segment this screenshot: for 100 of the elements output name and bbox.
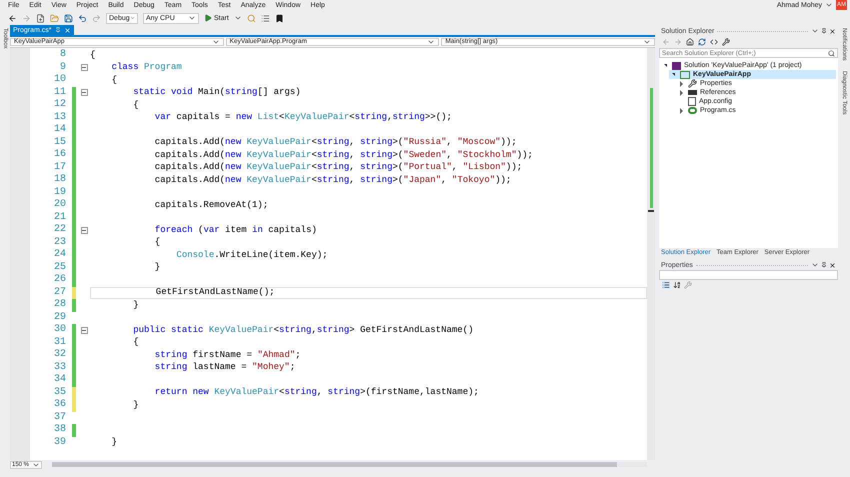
caret-icon: [427, 38, 436, 46]
line-number: 34: [52, 375, 66, 386]
code-line: capitals.RemoveAt(1);: [154, 200, 268, 210]
code-line: capitals.Add(new KeyValuePair<string, string>("Russia", "Moscow"));: [154, 138, 517, 148]
line-number: 35: [52, 388, 66, 398]
line-number: 28: [52, 300, 66, 310]
caret-icon: [188, 14, 196, 22]
caret-icon: [234, 14, 242, 22]
new-file-icon[interactable]: [36, 14, 45, 22]
horizontal-scrollbar[interactable]: [52, 462, 647, 467]
line-number: 33: [52, 362, 66, 373]
code-line: }: [154, 263, 160, 272]
caret-icon: [130, 14, 135, 22]
line-number: 31: [52, 338, 66, 348]
line-number: 30: [52, 325, 66, 336]
code-line: }: [132, 400, 139, 410]
line-number: 39: [52, 438, 66, 448]
line-number: 18: [52, 175, 66, 186]
line-number: 10: [52, 75, 66, 86]
code-line: static void Main(string[] args): [132, 88, 301, 98]
code-line: capitals.Add(new KeyValuePair<string, string>("Portual", "Lisbon"));: [154, 163, 522, 172]
code-line: class Program: [110, 63, 182, 72]
line-number: 23: [52, 238, 66, 248]
refresh-icon[interactable]: [698, 38, 706, 46]
code-line: Console.WriteLine(item.Key);: [175, 250, 328, 260]
categorized-icon[interactable]: [662, 281, 670, 289]
line-number: 36: [52, 400, 66, 410]
pin-icon[interactable]: [821, 28, 827, 34]
code-line: string lastName = "Mohey";: [154, 363, 296, 372]
line-number: 13: [52, 112, 66, 123]
code-editor[interactable]: [10, 48, 655, 460]
code-line: capitals.Add(new KeyValuePair<string, string>("Japan", "Tokoyo"));: [154, 176, 512, 185]
line-number: 17: [52, 162, 66, 173]
expanded-icon[interactable]: [672, 73, 674, 76]
code-line: {: [154, 238, 160, 248]
collapse-icon[interactable]: [80, 89, 88, 96]
save-icon[interactable]: [64, 14, 73, 22]
wrench-icon: [688, 79, 697, 88]
expanded-icon[interactable]: [664, 64, 666, 67]
line-number: 29: [52, 312, 66, 323]
code-line: {: [132, 338, 139, 348]
line-number: 20: [52, 200, 66, 210]
pin-icon[interactable]: [821, 262, 827, 268]
line-number: 19: [52, 188, 66, 198]
collapse-icon[interactable]: [80, 64, 88, 72]
undo-icon[interactable]: [78, 14, 87, 22]
close-icon[interactable]: [829, 262, 836, 268]
solution-icon: [672, 62, 681, 70]
line-number: 21: [52, 212, 66, 223]
line-number: 26: [52, 275, 66, 286]
wrench-icon[interactable]: [722, 38, 730, 46]
line-number: 22: [52, 225, 66, 236]
code-line: var capitals = new List<KeyValuePair<string,string>>();: [154, 113, 452, 122]
back-icon[interactable]: [8, 14, 17, 22]
home-icon[interactable]: [686, 38, 694, 46]
code-line: }: [110, 438, 118, 448]
caret-icon: [811, 261, 819, 269]
line-number: 32: [52, 350, 66, 360]
line-number: 15: [52, 138, 66, 148]
line-number: 16: [52, 150, 66, 160]
code-line: {: [132, 100, 139, 110]
search-icon[interactable]: [828, 50, 835, 56]
collapse-icon[interactable]: [80, 226, 88, 234]
code-line: }: [132, 300, 139, 310]
line-number: 14: [52, 125, 66, 136]
vertical-scrollbar[interactable]: [647, 48, 655, 460]
code-icon[interactable]: [710, 38, 718, 46]
collapse-icon[interactable]: [80, 326, 88, 334]
caret-icon: [825, 1, 833, 9]
code-line: foreach (var item in capitals): [154, 226, 317, 235]
collapsed-icon[interactable]: [680, 80, 682, 86]
caret-icon: [643, 38, 652, 46]
line-number: 27: [52, 288, 66, 298]
line-number: 24: [52, 250, 66, 260]
code-line: capitals.Add(new KeyValuePair<string, string>("Sweden", "Stockholm"));: [154, 150, 533, 160]
caret-icon: [212, 38, 220, 46]
line-number: 11: [52, 88, 66, 98]
line-number: 8: [58, 50, 66, 60]
list-icon[interactable]: [260, 14, 270, 22]
line-number: 38: [52, 425, 66, 436]
project-icon: [680, 70, 690, 78]
code-line: return new KeyValuePair<string, string>(firstName,lastName);: [154, 388, 479, 398]
csharp-file-icon: [688, 107, 697, 114]
line-number: 12: [52, 100, 66, 110]
references-icon: [688, 90, 697, 95]
line-number: 9: [58, 62, 66, 73]
close-icon[interactable]: [829, 28, 836, 34]
line-number: 25: [52, 262, 66, 273]
code-line: GetFirstAndLastName();: [154, 288, 275, 298]
collapsed-icon[interactable]: [680, 108, 682, 114]
collapsed-icon[interactable]: [680, 90, 682, 96]
sort-icon[interactable]: [673, 281, 681, 289]
code-line: string firstName = "Ahmad";: [154, 350, 301, 360]
line-number: 37: [52, 412, 66, 423]
bookmark-icon[interactable]: [274, 14, 284, 22]
code-line: {: [90, 50, 96, 60]
config-file-icon: [688, 97, 696, 106]
code-line: {: [110, 76, 118, 85]
play-icon[interactable]: [204, 14, 212, 22]
caret-icon: [811, 27, 819, 35]
